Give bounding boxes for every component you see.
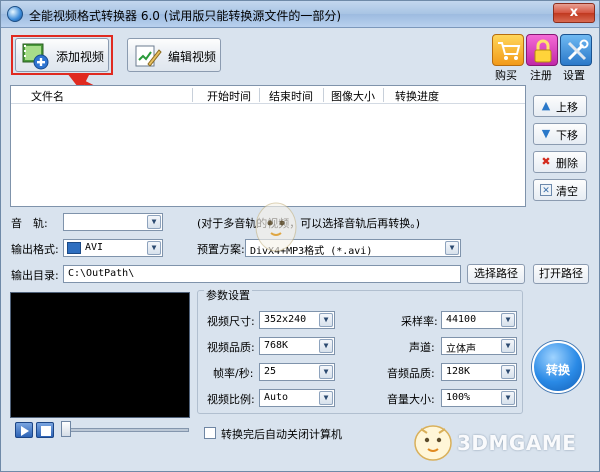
auto-shutdown-checkbox[interactable] [204, 427, 216, 439]
output-dir-input[interactable]: C:\OutPath\ [63, 265, 461, 283]
clear-button[interactable]: ✕ 清空 [533, 179, 587, 201]
params-title: 参数设置 [204, 287, 252, 303]
open-path-button[interactable]: 打开路径 [533, 264, 589, 284]
app-window: 全能视频格式转换器 6.0 (试用版只能转换源文件的一部分) x 添加视频 编辑… [0, 0, 600, 472]
buy-label[interactable]: 购买 [495, 67, 517, 83]
stop-icon [41, 426, 51, 436]
fps-select[interactable]: 25 ▼ [259, 363, 335, 381]
stop-button[interactable] [36, 422, 54, 438]
audio-quality-select[interactable]: 128K ▼ [441, 363, 517, 381]
clear-label: 清空 [556, 185, 578, 198]
output-dir-value: C:\OutPath\ [68, 268, 135, 279]
title-bar[interactable]: 全能视频格式转换器 6.0 (试用版只能转换源文件的一部分) x [1, 1, 599, 28]
convert-button[interactable]: 转换 [532, 341, 584, 393]
volume-label: 音量大小: [387, 393, 435, 406]
clear-icon: ✕ [540, 184, 552, 196]
delete-button[interactable]: ✖ 删除 [533, 151, 587, 173]
video-quality-label: 视频品质: [207, 341, 255, 354]
audio-quality-label: 音频品质: [387, 367, 435, 380]
move-up-label: 上移 [556, 101, 578, 114]
sample-rate-select[interactable]: 44100 ▼ [441, 311, 517, 329]
column-separator [323, 88, 324, 102]
lock-icon[interactable] [526, 34, 558, 66]
move-up-button[interactable]: ▲ 上移 [533, 95, 587, 117]
watermark-mascot-icon [255, 202, 297, 252]
chevron-down-icon[interactable]: ▼ [501, 313, 515, 327]
watermark-logo-icon [414, 425, 452, 461]
fps-value: 25 [264, 366, 277, 377]
aspect-select[interactable]: Auto ▼ [259, 389, 335, 407]
output-format-label: 输出格式: [11, 243, 59, 256]
select-path-button[interactable]: 选择路径 [467, 264, 525, 284]
audio-quality-value: 128K [446, 366, 471, 377]
app-icon [7, 6, 23, 22]
seek-slider[interactable] [63, 428, 189, 432]
arrow-up-icon: ▲ [541, 99, 551, 112]
column-end-time[interactable]: 结束时间 [269, 88, 313, 104]
output-format-value: AVI [85, 242, 104, 253]
close-button[interactable]: x [553, 3, 595, 23]
channel-label: 声道: [409, 341, 435, 354]
watermark-text: 3DMGAME [457, 431, 577, 455]
auto-shutdown-label[interactable]: 转换完后自动关闭计算机 [221, 426, 342, 442]
aspect-label: 视频比例: [207, 393, 255, 406]
output-dir-label: 输出目录: [11, 269, 59, 282]
chevron-down-icon[interactable]: ▼ [319, 339, 333, 353]
video-size-value: 352x240 [264, 314, 307, 325]
play-button[interactable] [15, 422, 33, 438]
settings-label[interactable]: 设置 [563, 67, 585, 83]
arrow-down-icon: ▼ [541, 127, 551, 140]
chevron-down-icon[interactable]: ▼ [319, 313, 333, 327]
chevron-down-icon[interactable]: ▼ [445, 241, 459, 255]
video-preview [10, 292, 190, 418]
preset-label: 预置方案: [197, 243, 245, 256]
video-size-select[interactable]: 352x240 ▼ [259, 311, 335, 329]
tools-icon[interactable] [560, 34, 592, 66]
channel-select[interactable]: 立体声 ▼ [441, 337, 517, 355]
window-title: 全能视频格式转换器 6.0 (试用版只能转换源文件的一部分) [29, 9, 342, 23]
audio-track-label: 音 轨: [11, 217, 48, 230]
channel-value: 立体声 [446, 344, 476, 355]
column-separator [383, 88, 384, 102]
column-image-size[interactable]: 图像大小 [331, 88, 375, 104]
column-separator [192, 88, 193, 102]
chevron-down-icon[interactable]: ▼ [501, 339, 515, 353]
output-format-select[interactable]: AVI ▼ [63, 239, 163, 257]
register-label[interactable]: 注册 [530, 67, 552, 83]
column-progress[interactable]: 转换进度 [395, 88, 439, 104]
play-icon [21, 426, 29, 436]
chevron-down-icon[interactable]: ▼ [147, 215, 161, 229]
edit-video-label: 编辑视频 [168, 50, 217, 64]
video-quality-value: 768K [264, 340, 289, 351]
delete-icon: ✖ [541, 155, 551, 168]
seek-slider-thumb[interactable] [61, 421, 71, 437]
file-list-header: 文件名 开始时间 结束时间 图像大小 转换进度 [11, 86, 525, 104]
volume-value: 100% [446, 392, 471, 403]
chevron-down-icon[interactable]: ▼ [147, 241, 161, 255]
delete-label: 删除 [556, 157, 578, 170]
chevron-down-icon[interactable]: ▼ [501, 391, 515, 405]
sample-rate-value: 44100 [446, 314, 477, 325]
column-start-time[interactable]: 开始时间 [207, 88, 251, 104]
aspect-value: Auto [264, 392, 289, 403]
sample-rate-label: 采样率: [401, 315, 438, 328]
video-format-icon [67, 242, 81, 254]
chevron-down-icon[interactable]: ▼ [319, 391, 333, 405]
column-filename[interactable]: 文件名 [31, 88, 64, 104]
column-separator [259, 88, 260, 102]
volume-select[interactable]: 100% ▼ [441, 389, 517, 407]
video-size-label: 视频尺寸: [207, 315, 255, 328]
fps-label: 帧率/秒: [213, 367, 254, 380]
cart-icon[interactable] [492, 34, 524, 66]
video-quality-select[interactable]: 768K ▼ [259, 337, 335, 355]
convert-label: 转换 [545, 363, 570, 377]
chevron-down-icon[interactable]: ▼ [319, 365, 333, 379]
audio-track-hint: (对于多音轨的视频，可以选择音轨后再转换。) [197, 217, 421, 230]
file-list[interactable]: 文件名 开始时间 结束时间 图像大小 转换进度 [10, 85, 526, 207]
move-down-label: 下移 [556, 129, 578, 142]
move-down-button[interactable]: ▼ 下移 [533, 123, 587, 145]
audio-track-select[interactable]: ▼ [63, 213, 163, 231]
edit-video-icon [135, 45, 162, 67]
chevron-down-icon[interactable]: ▼ [501, 365, 515, 379]
